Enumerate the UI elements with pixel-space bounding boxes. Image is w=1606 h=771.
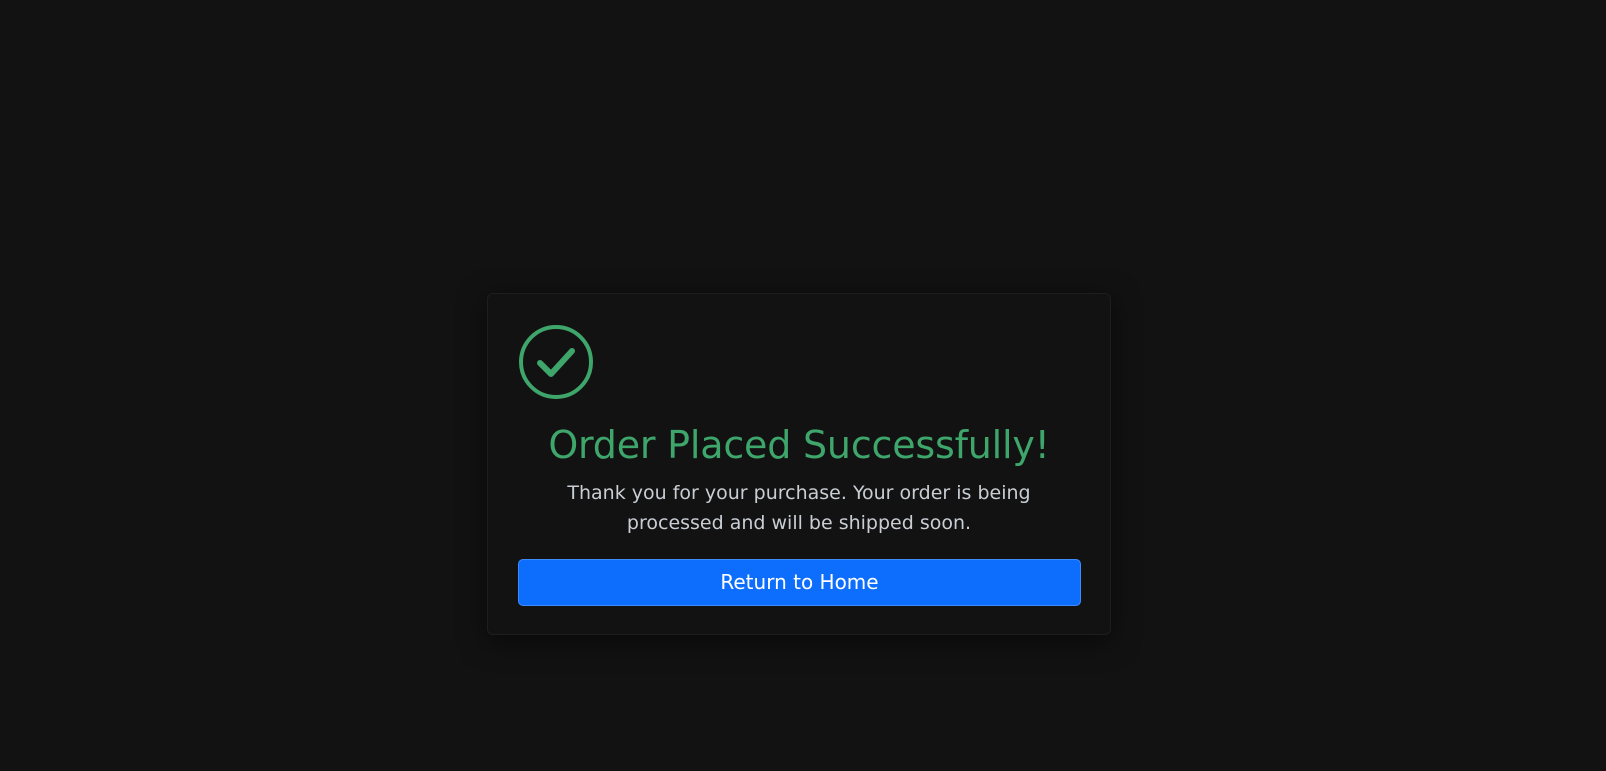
check-circle-icon xyxy=(518,324,594,400)
order-confirmation-card: Order Placed Successfully! Thank you for… xyxy=(487,293,1111,635)
success-title: Order Placed Successfully! xyxy=(548,423,1050,467)
confirmation-message: Thank you for your purchase. Your order … xyxy=(567,482,1031,534)
return-home-button[interactable]: Return to Home xyxy=(518,559,1081,606)
